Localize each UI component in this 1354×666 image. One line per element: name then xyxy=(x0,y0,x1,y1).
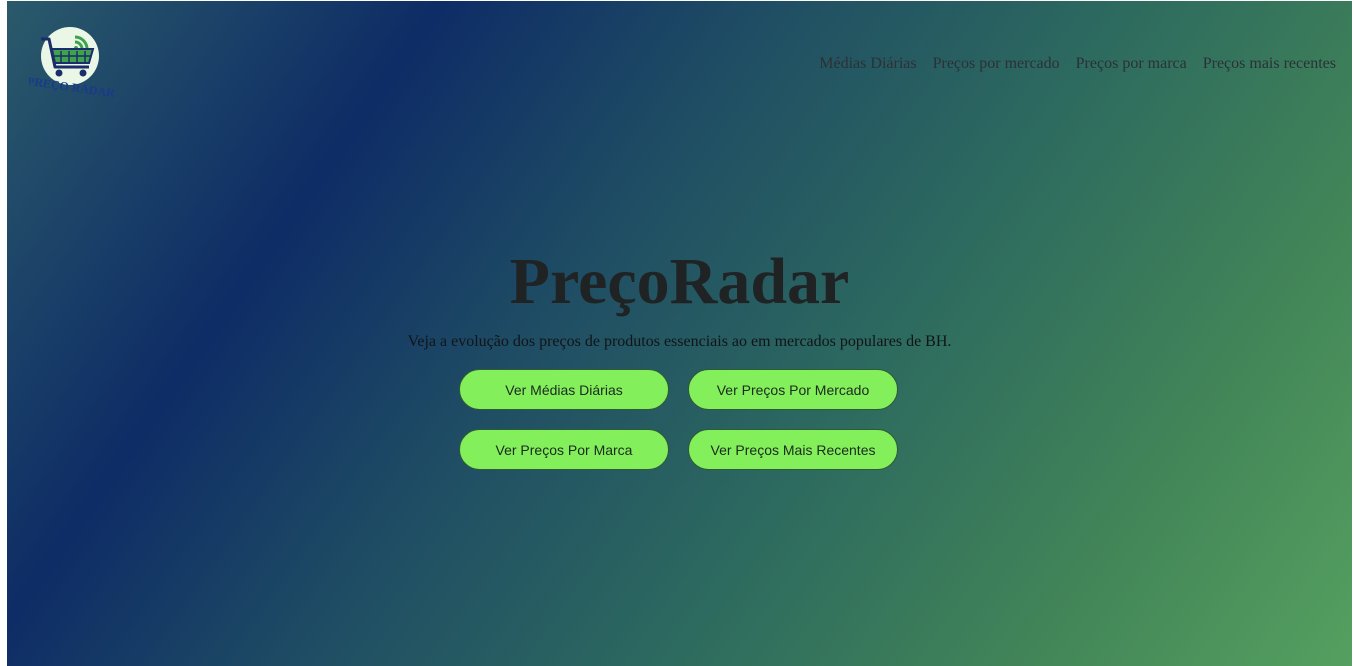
brand-logo[interactable]: PREÇO RADAR xyxy=(26,27,116,100)
nav-link-prices-by-brand[interactable]: Preços por marca xyxy=(1076,55,1187,73)
nav-link-most-recent-prices[interactable]: Preços mais recentes xyxy=(1203,55,1336,73)
nav-link-prices-by-market[interactable]: Preços por mercado xyxy=(933,55,1060,73)
page-subtitle: Veja a evolução dos preços de produtos e… xyxy=(407,333,952,350)
most-recent-prices-button[interactable]: Ver Preços Mais Recentes xyxy=(688,429,898,470)
landing-page: PREÇO RADAR Médias Diárias Preços por me… xyxy=(7,1,1352,666)
prices-by-brand-button[interactable]: Ver Preços Por Marca xyxy=(459,429,669,470)
page-title: PreçoRadar xyxy=(509,245,850,318)
shopping-cart-radar-icon: PREÇO RADAR xyxy=(26,27,116,100)
daily-averages-button[interactable]: Ver Médias Diárias xyxy=(459,369,669,410)
prices-by-market-button[interactable]: Ver Preços Por Mercado xyxy=(688,369,898,410)
nav-link-daily-averages[interactable]: Médias Diárias xyxy=(819,55,916,73)
top-nav: Médias Diárias Preços por mercado Preços… xyxy=(819,55,1336,73)
